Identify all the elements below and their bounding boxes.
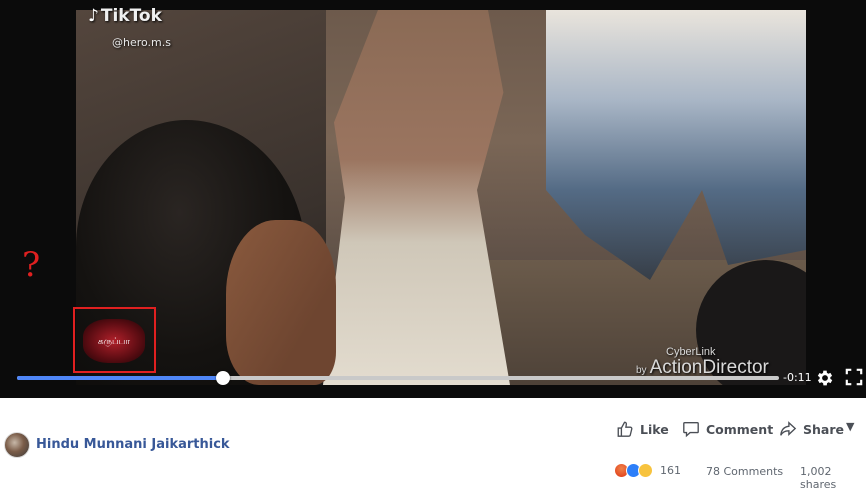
video-progress-bar[interactable] [17, 371, 779, 385]
comments-count-link[interactable]: 78 Comments [706, 465, 783, 478]
like-label: Like [640, 421, 669, 437]
share-label: Share [803, 421, 844, 437]
thumbs-up-icon [617, 421, 633, 437]
video-player[interactable]: ♪ TikTok @hero.m.s ? கருப்பா CyberLink by… [0, 0, 866, 398]
annotation-question-mark: ? [22, 245, 41, 285]
reaction-count: 161 [660, 464, 681, 477]
tiktok-brand-text: TikTok [100, 6, 162, 26]
share-button[interactable]: Share [779, 420, 844, 438]
tiktok-watermark: ♪ TikTok [88, 6, 162, 26]
share-options-caret-icon[interactable]: ▼ [846, 420, 854, 433]
sad-reaction-icon [638, 463, 653, 478]
video-progress-fill [17, 376, 223, 380]
time-remaining: -0:11 [783, 371, 812, 384]
comment-label: Comment [706, 421, 774, 437]
settings-gear-icon[interactable] [815, 368, 835, 388]
watermark-product: ActionDirector [649, 357, 769, 378]
editor-watermark: CyberLink by ActionDirector [636, 346, 769, 379]
video-frame[interactable] [76, 10, 806, 385]
fullscreen-icon[interactable] [845, 368, 865, 388]
comment-button[interactable]: Comment [682, 420, 773, 438]
tiktok-handle: @hero.m.s [112, 36, 171, 49]
like-button[interactable]: Like [616, 420, 669, 438]
video-scene-woman-face [226, 220, 336, 385]
channel-logo: கருப்பா [83, 319, 145, 363]
video-scrubber-handle[interactable] [215, 371, 230, 385]
reactions-summary[interactable]: 161 [614, 463, 681, 478]
tiktok-note-icon: ♪ [88, 6, 99, 26]
watermark-by: by [636, 365, 647, 376]
annotation-highlight-box: கருப்பா [73, 307, 156, 373]
comment-bubble-icon [683, 422, 699, 438]
post-stats-row: 161 78 Comments 1,002 shares [0, 463, 866, 491]
shares-count-link[interactable]: 1,002 shares [800, 465, 866, 491]
post-action-bar: Like Comment Share [0, 420, 866, 440]
share-arrow-icon [780, 421, 797, 436]
